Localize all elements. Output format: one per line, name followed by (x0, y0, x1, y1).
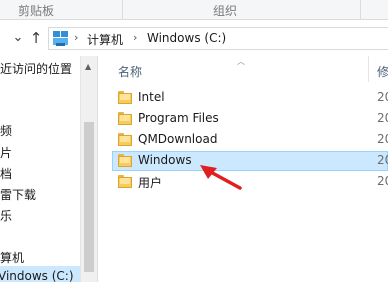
annotation-arrow-icon (200, 165, 242, 190)
up-arrow-icon[interactable]: ↑ (28, 30, 44, 46)
ribbon-separator (360, 0, 361, 20)
column-divider[interactable] (368, 56, 369, 82)
nav-item-recent-places[interactable]: 近访问的位置 (0, 60, 72, 77)
sort-ascending-icon: ︿ (237, 57, 245, 66)
file-name: QMDownload (138, 132, 218, 146)
nav-item-pictures[interactable]: 片 (0, 144, 12, 161)
folder-icon (118, 175, 132, 188)
scrollbar-thumb[interactable] (84, 122, 94, 272)
ribbon-group-clipboard: 剪贴板 (18, 4, 55, 18)
column-header-name[interactable]: 名称 (118, 63, 142, 80)
windows-computer-icon (53, 31, 69, 46)
folder-icon (118, 133, 132, 146)
column-header-date-modified[interactable]: 修 (377, 63, 388, 80)
folder-icon (118, 112, 132, 125)
file-name: Intel (138, 90, 165, 104)
breadcrumb-computer[interactable]: 计算机 (87, 31, 123, 48)
folder-icon (118, 154, 132, 167)
file-name: 用户 (138, 176, 163, 190)
file-date: 20 (377, 174, 388, 188)
nav-pane-scrollbar[interactable]: ▲ (80, 56, 97, 282)
file-name: Windows (138, 153, 192, 167)
file-row-qmdownload[interactable]: QMDownload 20 (112, 130, 388, 150)
file-row-program-files[interactable]: Program Files 20 (112, 109, 388, 129)
file-date: 20 (377, 132, 388, 146)
file-row-users[interactable]: 用户 20 (112, 172, 388, 192)
breadcrumb-separator-icon[interactable]: › (133, 31, 137, 44)
ribbon-group-organize: 组织 (213, 4, 238, 18)
file-name: Program Files (138, 111, 219, 125)
file-row-windows[interactable]: Windows 20 (112, 151, 388, 171)
file-date: 20 (377, 90, 388, 104)
nav-item-music[interactable]: 乐 (0, 207, 12, 224)
recent-locations-dropdown-icon[interactable]: ⌄ (10, 30, 26, 46)
breadcrumb-drive-c[interactable]: Windows (C:) (147, 31, 226, 45)
folder-icon (118, 91, 132, 104)
pane-divider[interactable] (97, 56, 98, 282)
breadcrumb-separator-icon[interactable]: › (74, 31, 78, 44)
scroll-up-icon[interactable]: ▲ (85, 62, 91, 71)
file-date: 20 (377, 111, 388, 125)
address-row: ⌄ ↑ › 计算机 › Windows (C:) (0, 20, 388, 56)
nav-item-videos[interactable]: 频 (0, 122, 12, 139)
file-date: 20 (377, 153, 388, 167)
ribbon-separator (122, 0, 123, 20)
nav-item-computer[interactable]: 算机 (0, 249, 24, 266)
file-row-intel[interactable]: Intel 20 (112, 88, 388, 108)
column-header-row: 名称 ︿ 修 (98, 56, 388, 82)
ribbon-group-labels: 剪贴板 组织 (0, 0, 388, 20)
nav-item-documents[interactable]: 档 (0, 165, 12, 182)
address-bar[interactable]: › 计算机 › Windows (C:) (48, 27, 388, 50)
nav-item-xunlei-downloads[interactable]: 雷下载 (0, 186, 36, 203)
nav-item-drive-c[interactable]: Vindows (C:) (0, 269, 74, 282)
